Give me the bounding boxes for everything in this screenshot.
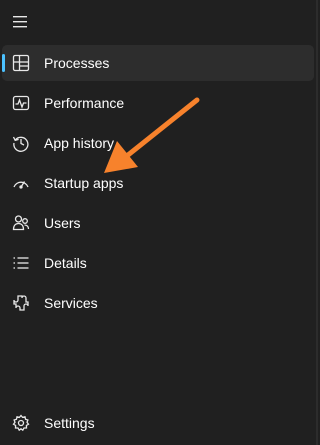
selection-indicator	[2, 54, 5, 72]
hamburger-icon	[13, 16, 27, 28]
nav-item-processes[interactable]: Processes	[2, 45, 314, 81]
details-icon	[11, 253, 31, 273]
nav-item-label: Details	[44, 255, 87, 271]
nav-list: Processes Performance App history Startu…	[2, 45, 314, 325]
task-manager-nav-pane: Processes Performance App history Startu…	[0, 0, 318, 445]
nav-item-performance[interactable]: Performance	[2, 85, 314, 121]
gear-icon	[11, 413, 31, 433]
users-icon	[11, 213, 31, 233]
processes-icon	[11, 53, 31, 73]
nav-item-details[interactable]: Details	[2, 245, 314, 281]
nav-item-settings[interactable]: Settings	[2, 405, 314, 441]
nav-item-services[interactable]: Services	[2, 285, 314, 321]
app-history-icon	[11, 133, 31, 153]
nav-item-label: Services	[44, 295, 98, 311]
startup-apps-icon	[11, 173, 31, 193]
nav-item-label: Processes	[44, 55, 110, 71]
nav-item-label: App history	[44, 135, 115, 151]
nav-item-label: Performance	[44, 95, 125, 111]
nav-item-users[interactable]: Users	[2, 205, 314, 241]
performance-icon	[11, 93, 31, 113]
settings-area: Settings	[2, 405, 314, 445]
nav-item-label: Startup apps	[44, 175, 124, 191]
settings-label: Settings	[44, 415, 95, 431]
hamburger-menu-button[interactable]	[3, 4, 39, 40]
nav-item-label: Users	[44, 215, 81, 231]
services-icon	[11, 293, 31, 313]
nav-item-app-history[interactable]: App history	[2, 125, 314, 161]
nav-item-startup-apps[interactable]: Startup apps	[2, 165, 314, 201]
